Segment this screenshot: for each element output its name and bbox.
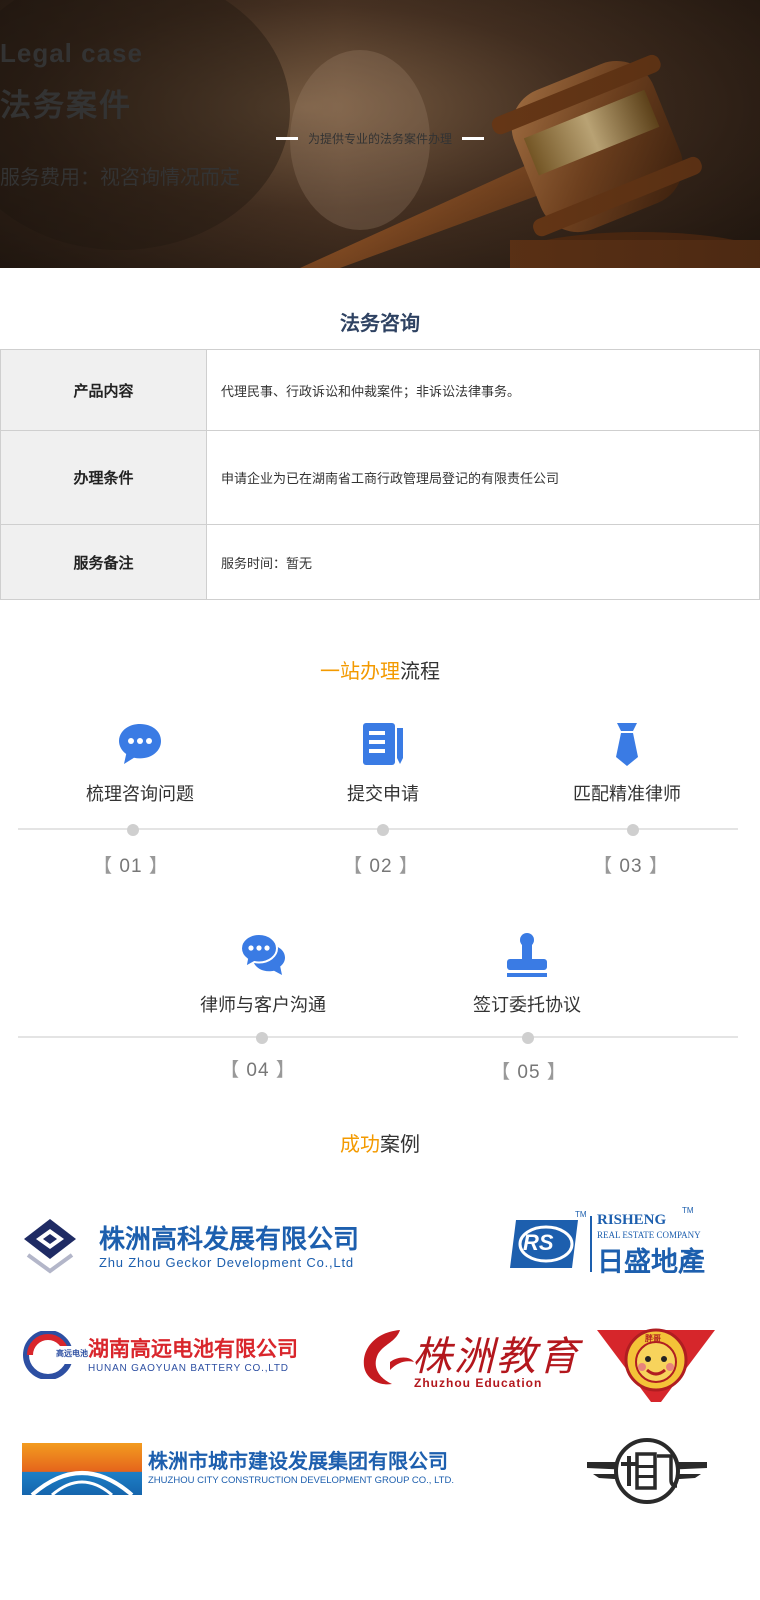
step-number: 【 02 】 — [343, 856, 419, 877]
info-table: 产品内容 代理民事、行政诉讼和仲裁案件；非诉讼法律事务。 办理条件 申请企业为已… — [0, 349, 760, 600]
hero-tagline-text: 为提供专业的法务案件办理 — [307, 132, 452, 146]
step-label: 律师与客户沟通 — [200, 995, 326, 1015]
geckor-name-en: Zhu Zhou Geckor Development Co.,Ltd — [99, 1255, 354, 1270]
step-label: 梳理咨询问题 — [86, 784, 194, 804]
cases-title-highlight: 成功 — [340, 1134, 380, 1156]
geckor-emblem-icon — [24, 1219, 76, 1274]
flow-title-highlight: 一站办理 — [320, 661, 400, 683]
pangge-name: 胖哥 — [645, 1334, 661, 1343]
flow-title: 一站办理流程 — [0, 655, 760, 684]
city-name-en: ZHUZHOU CITY CONSTRUCTION DEVELOPMENT GR… — [148, 1475, 454, 1486]
conversation-icon — [239, 931, 287, 979]
stamp-icon — [503, 931, 551, 979]
step-label: 提交申请 — [347, 784, 419, 804]
row-value: 服务时间：暂无 — [221, 555, 313, 571]
xiangfei-emblem-icon — [587, 1438, 707, 1504]
education-emblem-icon — [363, 1330, 414, 1385]
gaoyuan-badge: 高远电池 — [56, 1349, 88, 1358]
logo-geckor: 株洲高科发展有限公司 Zhu Zhou Geckor Development C… — [22, 1215, 392, 1279]
flow-title-rest: 流程 — [400, 661, 440, 683]
risheng-brand: RS — [523, 1230, 554, 1255]
timeline-line-2 — [18, 1036, 738, 1038]
necktie-icon — [603, 720, 651, 768]
logo-pangge: 胖哥 — [595, 1324, 717, 1404]
gaoyuan-name-cn: 湖南高远电池有限公司 — [88, 1338, 298, 1361]
flow-step-1: 梳理咨询问题 — [40, 720, 240, 806]
table-row: 服务备注 服务时间：暂无 — [0, 525, 760, 600]
flow-step-4: 律师与客户沟通 — [163, 931, 363, 1017]
step-number: 【 01 】 — [93, 856, 169, 877]
logo-risheng: RS TM RISHENG TM REAL ESTATE COMPANY 日盛地… — [510, 1206, 725, 1278]
risheng-tm-2: TM — [682, 1206, 694, 1215]
risheng-divider — [590, 1216, 592, 1272]
flow-step-5: 签订委托协议 — [427, 931, 627, 1017]
education-name-cn: 株洲教育 — [412, 1334, 580, 1380]
row-label: 产品内容 — [1, 350, 207, 430]
hero-banner: Legal case 法务案件 为提供专业的法务案件办理 服务费用：视咨询情况而… — [0, 0, 760, 268]
logo-gaoyuan: 高远电池 湖南高远电池有限公司 HUNAN GAOYUAN BATTERY CO… — [22, 1331, 307, 1381]
hero-fee: 服务费用：视咨询情况而定 — [0, 167, 240, 189]
row-label: 服务备注 — [1, 525, 207, 599]
cases-title: 成功案例 — [0, 1128, 760, 1157]
gaoyuan-name-en: HUNAN GAOYUAN BATTERY CO.,LTD — [88, 1363, 289, 1374]
risheng-subtitle-en: REAL ESTATE COMPANY — [597, 1230, 701, 1240]
logo-xiangfei: 相飞 — [585, 1436, 709, 1506]
logo-zhuzhou-education: 株洲教育 Zhuzhou Education — [360, 1326, 578, 1396]
timeline-dot — [522, 1032, 534, 1044]
risheng-tm: TM — [575, 1210, 587, 1219]
education-name-en: Zhuzhou Education — [414, 1376, 543, 1390]
geckor-name-cn: 株洲高科发展有限公司 — [99, 1224, 360, 1254]
document-edit-icon — [359, 720, 407, 768]
risheng-name-cn: 日盛地產 — [597, 1247, 705, 1277]
timeline-dot — [127, 824, 139, 836]
hero-tagline: 为提供专业的法务案件办理 — [0, 130, 760, 147]
step-number: 【 03 】 — [593, 856, 669, 877]
row-value: 申请企业为已在湖南省工商行政管理局登记的有限责任公司 — [221, 471, 560, 486]
flow-step-3: 匹配精准律师 — [527, 720, 727, 806]
cases-title-rest: 案例 — [380, 1134, 420, 1156]
city-name-cn: 株洲市城市建设发展集团有限公司 — [148, 1451, 448, 1473]
timeline-dot — [627, 824, 639, 836]
hero-title-cn: 法务案件 — [0, 88, 132, 123]
hero-title-en: Legal case — [0, 38, 143, 68]
step-label: 签订委托协议 — [473, 995, 581, 1015]
dash-left — [275, 137, 298, 140]
row-label: 办理条件 — [1, 431, 207, 524]
table-row: 产品内容 代理民事、行政诉讼和仲裁案件；非诉讼法律事务。 — [0, 350, 760, 431]
city-construction-emblem-icon — [22, 1443, 142, 1495]
row-value: 代理民事、行政诉讼和仲裁案件；非诉讼法律事务。 — [221, 383, 521, 399]
chat-bubble-icon — [116, 720, 164, 768]
risheng-name-en: RISHENG — [597, 1212, 667, 1228]
dash-right — [462, 137, 484, 140]
timeline-dot — [377, 824, 389, 836]
table-row: 办理条件 申请企业为已在湖南省工商行政管理局登记的有限责任公司 — [0, 431, 760, 525]
step-number: 【 05 】 — [491, 1062, 567, 1083]
xiangfei-name: 相飞 — [585, 1436, 586, 1437]
timeline-dot — [256, 1032, 268, 1044]
consult-title: 法务咨询 — [340, 313, 420, 335]
step-label: 匹配精准律师 — [573, 784, 681, 804]
logo-city-construction: 株洲市城市建设发展集团有限公司 ZHUZHOU CITY CONSTRUCTIO… — [22, 1441, 482, 1499]
flow-step-2: 提交申请 — [283, 720, 483, 806]
step-number: 【 04 】 — [220, 1060, 296, 1081]
